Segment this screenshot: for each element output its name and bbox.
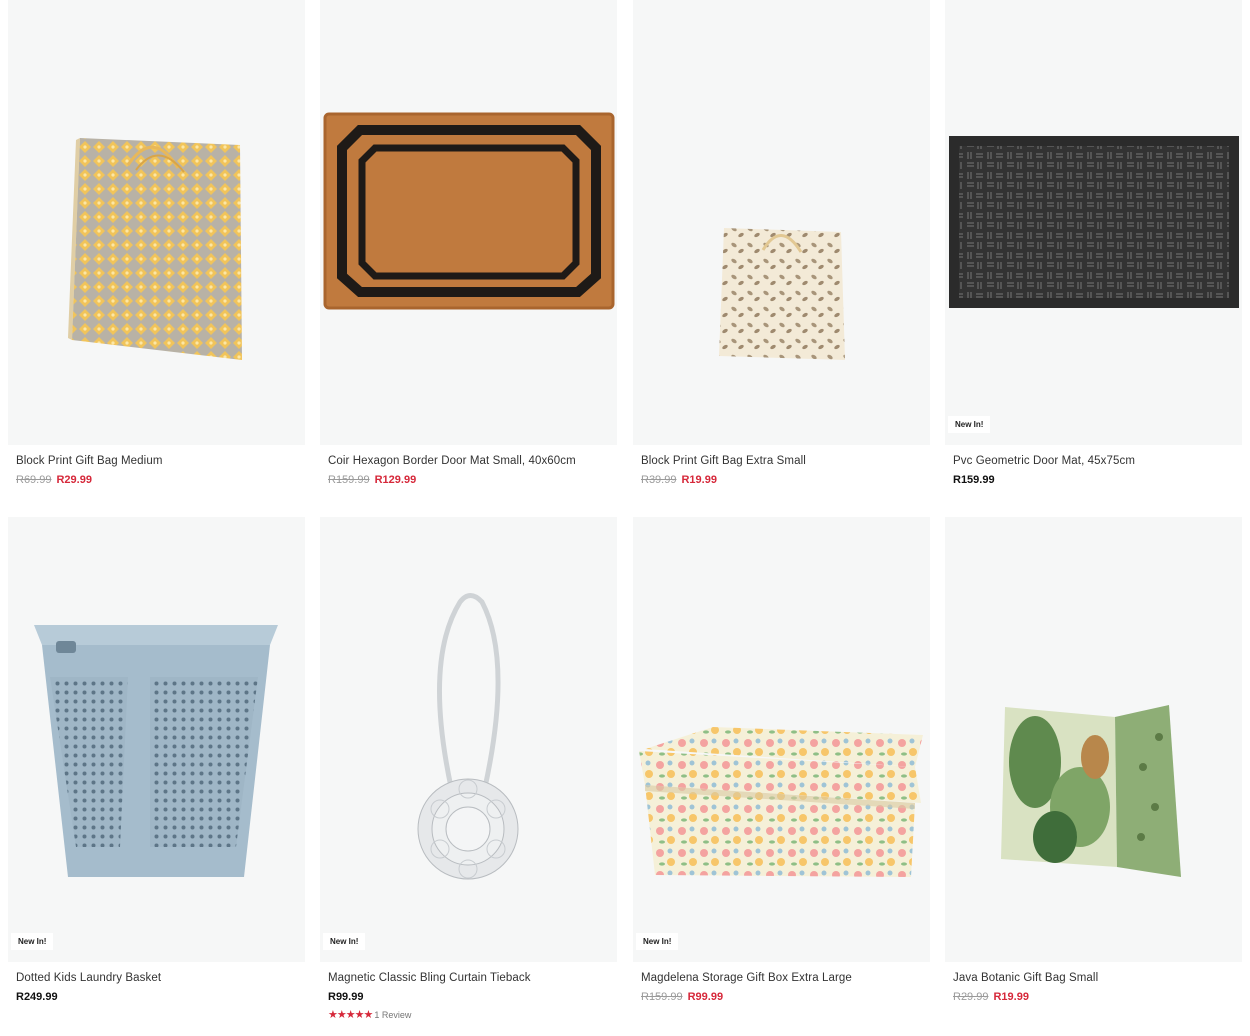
product-image[interactable]: New In! (320, 517, 617, 962)
product-card[interactable]: Coir Hexagon Border Door Mat Small, 40x6… (320, 0, 617, 486)
product-card[interactable]: New In! Magdelena Storage Gift Box Extra… (633, 517, 930, 1003)
price: R99.99 (328, 991, 364, 1003)
product-card[interactable]: Block Print Gift Bag Extra Small R39.99 R… (633, 0, 930, 486)
product-card[interactable]: Java Botanic Gift Bag Small R29.99 R19.99 (945, 517, 1242, 1003)
new-in-badge: New In! (11, 933, 54, 950)
laundry-basket-image (34, 625, 278, 877)
price: R159.99 (953, 474, 995, 486)
gift-bag-yellow-image (68, 138, 242, 360)
product-image[interactable] (945, 517, 1242, 962)
new-in-badge: New In! (323, 933, 366, 950)
product-name[interactable]: Pvc Geometric Door Mat, 45x75cm (953, 455, 1242, 467)
product-image[interactable] (320, 0, 617, 445)
sale-price: R19.99 (993, 991, 1029, 1003)
price-row: R159.99 (953, 474, 1242, 486)
product-name[interactable]: Magnetic Classic Bling Curtain Tieback (328, 972, 617, 984)
price-row: R29.99 R19.99 (953, 991, 1242, 1003)
product-image[interactable] (8, 0, 305, 445)
price-row: R159.99 R99.99 (641, 991, 930, 1003)
original-price: R159.99 (641, 991, 683, 1003)
price: R249.99 (16, 991, 58, 1003)
product-name[interactable]: Block Print Gift Bag Medium (16, 455, 305, 467)
product-name[interactable]: Magdelena Storage Gift Box Extra Large (641, 972, 930, 984)
botanic-gift-bag-image (1001, 705, 1181, 877)
product-name[interactable]: Dotted Kids Laundry Basket (16, 972, 305, 984)
product-image[interactable]: New In! (945, 0, 1242, 445)
sale-price: R29.99 (56, 474, 92, 486)
product-name[interactable]: Block Print Gift Bag Extra Small (641, 455, 930, 467)
price-row: R159.99 R129.99 (328, 474, 617, 486)
product-card[interactable]: New In! Dotted Kids Laundry Basket R249.… (8, 517, 305, 1003)
rating-row[interactable]: ★★★★★ 1 Review (328, 1008, 617, 1021)
product-image[interactable] (633, 0, 930, 445)
product-card[interactable]: New In! Pvc Geometric Door Mat, 45x75cm … (945, 0, 1242, 486)
floral-gift-box-image (639, 727, 923, 877)
sale-price: R129.99 (374, 474, 417, 486)
coir-door-mat-image (323, 112, 615, 310)
product-image[interactable]: New In! (8, 517, 305, 962)
price-row: R69.99 R29.99 (16, 474, 305, 486)
new-in-badge: New In! (948, 416, 991, 433)
original-price: R69.99 (16, 474, 52, 486)
original-price: R29.99 (953, 991, 989, 1003)
product-name[interactable]: Coir Hexagon Border Door Mat Small, 40x6… (328, 455, 617, 467)
price-row: R99.99 (328, 991, 617, 1003)
new-in-badge: New In! (636, 933, 679, 950)
review-count[interactable]: 1 Review (374, 1010, 411, 1020)
sale-price: R99.99 (687, 991, 724, 1003)
pvc-door-mat-image (949, 136, 1239, 308)
product-card[interactable]: New In! Magnetic Classic Bling Curtain T… (320, 517, 617, 1021)
product-image[interactable]: New In! (633, 517, 930, 962)
star-rating-icon: ★★★★★ (328, 1009, 373, 1021)
product-card[interactable]: Block Print Gift Bag Medium R69.99 R29.99 (8, 0, 305, 486)
product-name[interactable]: Java Botanic Gift Bag Small (953, 972, 1242, 984)
original-price: R39.99 (641, 474, 677, 486)
price-row: R39.99 R19.99 (641, 474, 930, 486)
curtain-tieback-image (417, 593, 519, 880)
original-price: R159.99 (328, 474, 370, 486)
gift-bag-floral-small-image (719, 228, 845, 360)
sale-price: R19.99 (681, 474, 717, 486)
price-row: R249.99 (16, 991, 305, 1003)
